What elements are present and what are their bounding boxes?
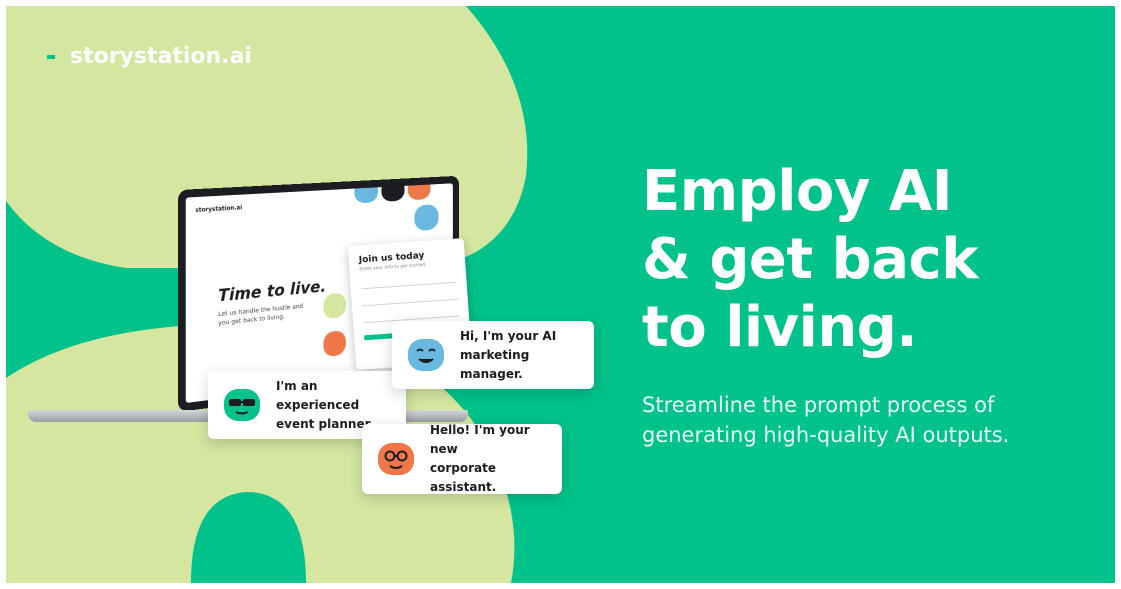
hero-headline: Employ AI & get back to living. bbox=[642, 158, 1082, 362]
blue-smiling-face-icon bbox=[408, 339, 444, 371]
hero-subline: Streamline the prompt process of generat… bbox=[642, 390, 1062, 450]
green-sunglasses-face-icon bbox=[224, 389, 260, 421]
headline-line: & get back bbox=[642, 227, 978, 292]
chat-line: I'm an experienced bbox=[276, 378, 360, 412]
headline-line: to living. bbox=[642, 295, 918, 360]
headline-line: Employ AI bbox=[642, 159, 953, 224]
chat-line: Hello! I'm your new bbox=[430, 423, 530, 456]
screen-title: Time to live. bbox=[218, 277, 327, 307]
hourglass-logo-icon bbox=[43, 47, 59, 66]
brand-logo[interactable]: storystation.ai bbox=[40, 44, 252, 69]
screen-brand: storystation.ai bbox=[195, 204, 243, 214]
brand-name: storystation.ai bbox=[70, 44, 252, 69]
chat-card-corporate-assistant: Hello! I'm your new corporate assistant. bbox=[362, 423, 562, 494]
blob-shape bbox=[323, 292, 346, 320]
subline-line: generating high-quality AI outputs. bbox=[642, 423, 1010, 447]
banner: storystation.ai storystation.ai Time to … bbox=[6, 6, 1115, 583]
subline-line: Streamline the prompt process of bbox=[642, 393, 995, 417]
chat-card-marketing-manager: Hi, I'm your AI marketing manager. bbox=[392, 321, 594, 389]
join-field[interactable] bbox=[360, 277, 457, 290]
chat-line: marketing manager. bbox=[460, 347, 530, 381]
blob-shape bbox=[354, 183, 379, 204]
orange-glasses-face-icon bbox=[378, 443, 414, 475]
screen-subtitle: Let us handle the hustle and you get bac… bbox=[218, 302, 304, 327]
chat-line: corporate assistant. bbox=[430, 461, 497, 494]
blob-shape bbox=[323, 330, 346, 358]
blob-shape bbox=[407, 183, 431, 201]
chat-line: Hi, I'm your AI bbox=[460, 328, 557, 343]
blob-shape bbox=[381, 183, 405, 202]
join-field[interactable] bbox=[361, 294, 458, 307]
blob-shape bbox=[414, 204, 439, 232]
